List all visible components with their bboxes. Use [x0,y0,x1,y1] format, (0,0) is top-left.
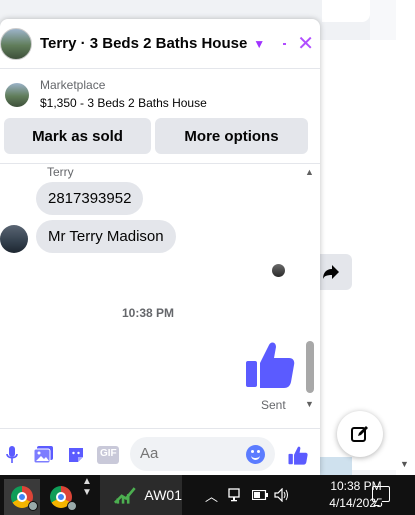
sent-status: Sent [261,398,286,412]
message-input[interactable] [140,445,240,462]
gif-button[interactable]: GIF [97,445,119,465]
message-input-wrapper [130,437,275,471]
page-scrollbar-track[interactable] [396,0,415,475]
message-bubble[interactable]: 2817393952 [36,182,144,215]
message-bubble[interactable]: Mr Terry Madison [36,220,176,253]
sticker-icon[interactable] [66,445,86,465]
more-options-button[interactable]: More options [155,118,308,154]
share-icon [323,265,339,279]
page-scroll-down-arrow[interactable]: ▼ [400,459,409,469]
gif-label: GIF [100,448,117,459]
chevron-down-icon[interactable]: ▼ [253,37,265,51]
seen-indicator-avatar [272,264,285,277]
sender-avatar[interactable] [0,225,28,253]
listing-thumbnail[interactable] [5,83,29,107]
background-image [320,457,352,475]
volume-icon[interactable] [274,488,292,502]
contact-avatar[interactable] [0,27,32,60]
microphone-icon[interactable] [2,445,22,465]
chat-title[interactable]: Terry · 3 Beds 2 Baths House [40,35,247,52]
scroll-down-arrow[interactable]: ▼ [305,399,314,409]
sender-name: Terry [47,165,74,179]
signal-chart-icon [114,487,136,504]
photo-icon[interactable] [34,445,54,465]
chevron-up-icon[interactable]: ︿ [205,486,218,505]
chrome-taskbar-button-2[interactable] [43,479,79,515]
compose-icon [351,426,368,442]
chat-scrollbar[interactable]: ▲ ▼ [303,165,317,415]
chrome-taskbar-button[interactable] [4,479,40,515]
marketplace-listing: Marketplace $1,350 - 3 Beds 2 Baths Hous… [0,69,320,164]
profile-badge-icon [28,501,38,511]
system-tray: ︿ [205,475,292,515]
mark-as-sold-button[interactable]: Mark as sold [4,118,151,154]
taskbar-scroll-arrows[interactable]: ▲ ▼ [82,476,92,498]
message-list: Terry 2817393952 Mr Terry Madison 10:38 … [0,165,320,415]
chat-header: Terry · 3 Beds 2 Baths House ▼ ✕ [0,19,320,69]
marketplace-label: Marketplace [40,78,106,92]
profile-badge-icon [67,501,77,511]
minimize-icon[interactable] [283,42,287,45]
thumbs-up-icon [246,342,295,388]
scrollbar-thumb[interactable] [306,341,314,393]
aw01-taskbar-button[interactable]: AW01 [100,475,182,515]
new-message-button[interactable] [337,411,383,457]
emoji-icon[interactable] [246,445,265,464]
battery-icon[interactable] [252,490,269,500]
message-composer: GIF [0,428,320,475]
notification-icon[interactable] [372,486,390,502]
listing-title[interactable]: $1,350 - 3 Beds 2 Baths House [40,96,207,110]
network-icon[interactable] [228,488,244,502]
message-timestamp: 10:38 PM [121,306,175,320]
scroll-up-arrow[interactable]: ▲ [305,167,314,177]
close-icon[interactable]: ✕ [297,34,314,54]
background-card [322,0,370,22]
aw01-label: AW01 [144,487,182,503]
thumbs-up-send-icon[interactable] [288,445,308,465]
chat-window: Terry · 3 Beds 2 Baths House ▼ ✕ Marketp… [0,19,320,475]
